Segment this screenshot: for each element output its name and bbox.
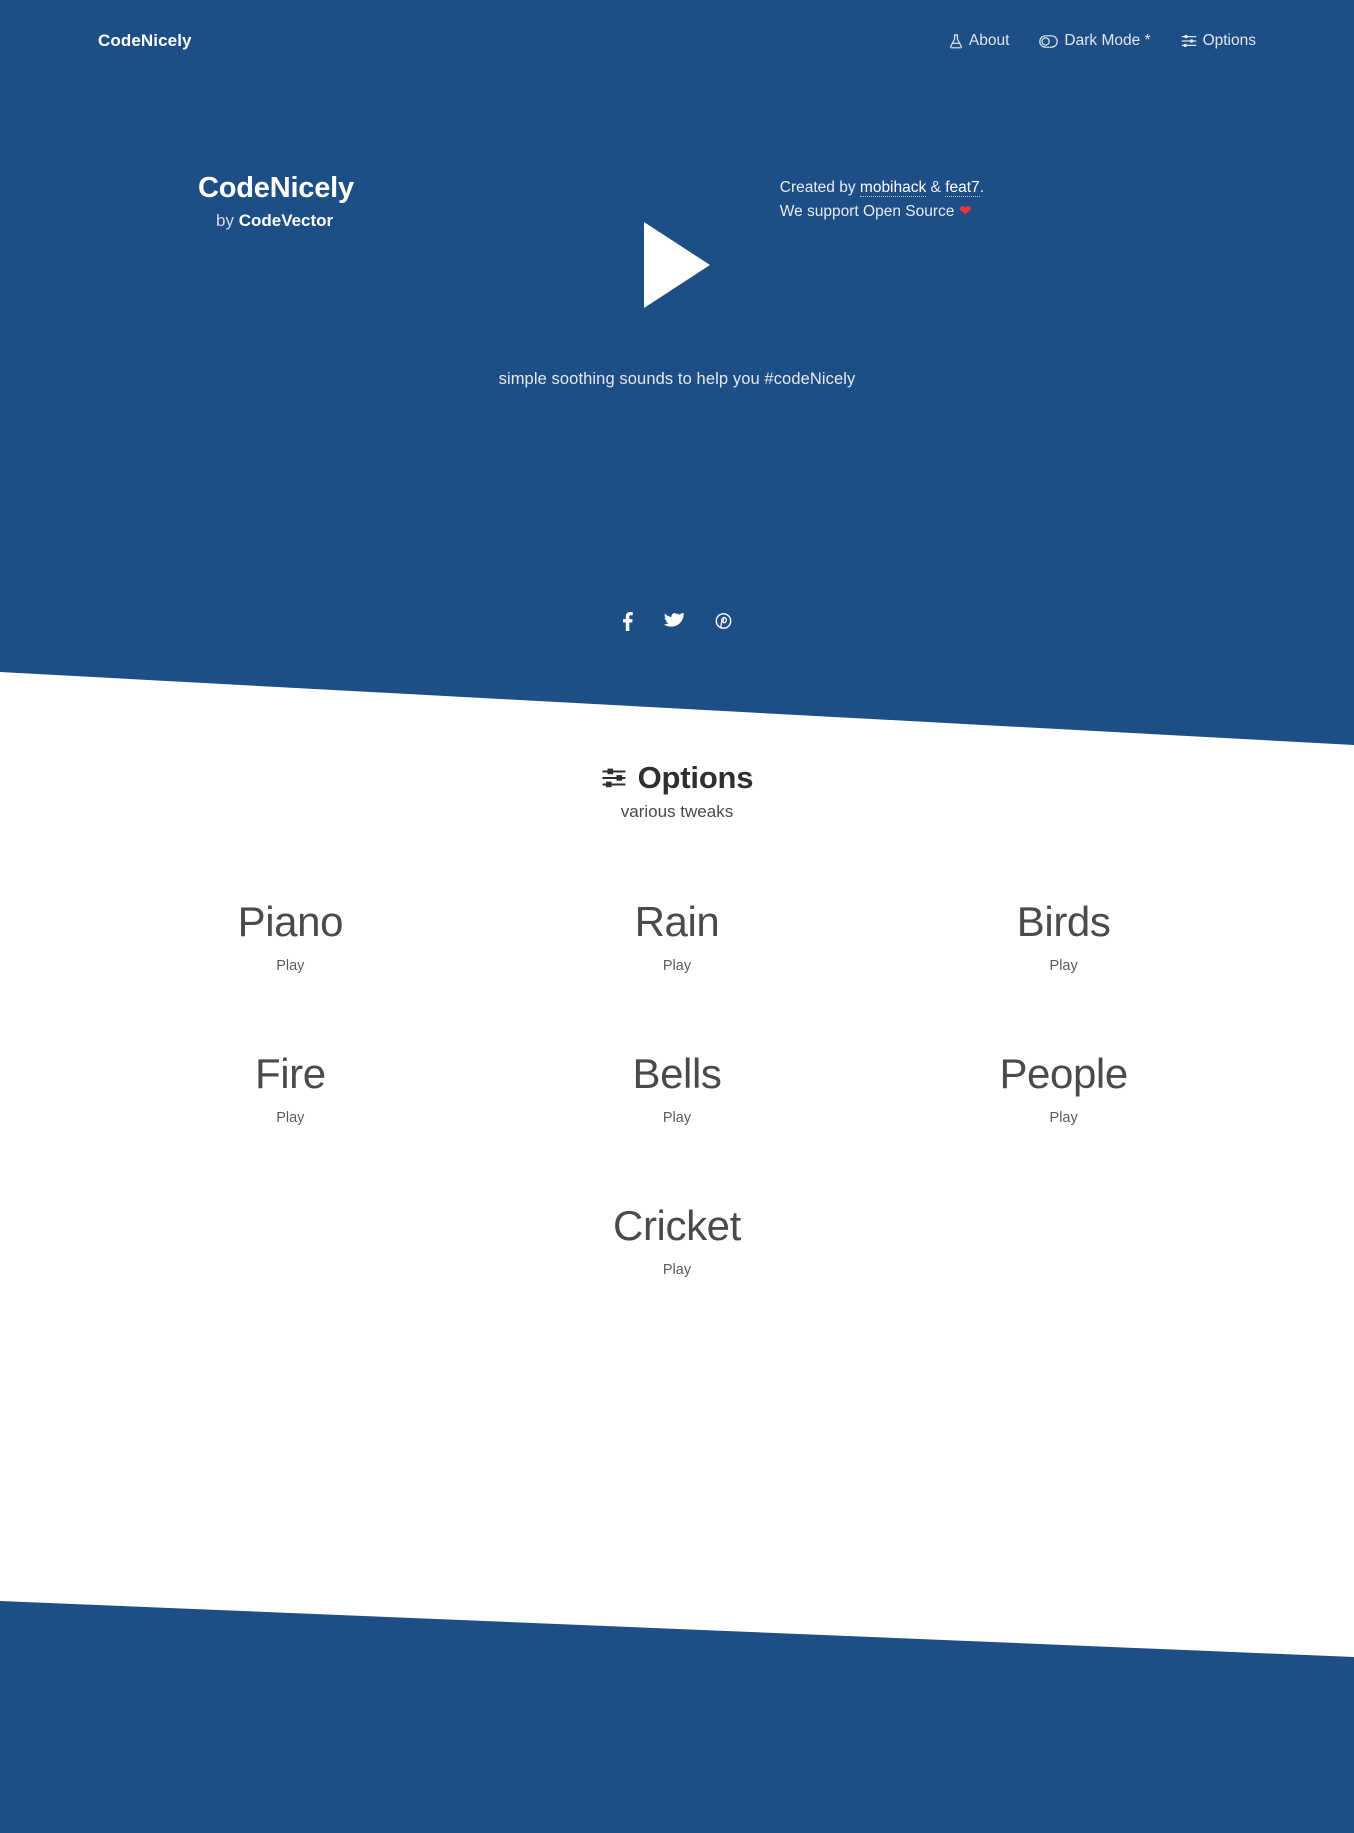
footer-content: CodeNicely by CodeVector Created by mobi… [0, 0, 1354, 268]
page-title-label: Options [637, 760, 754, 795]
sound-card-cricket[interactable]: Cricket Play [484, 1126, 871, 1279]
footer-byline: by CodeVector [198, 211, 354, 231]
sound-card-title: Cricket [613, 1202, 741, 1250]
footer-support-line: We support Open Source ❤ [780, 200, 984, 224]
social-links [0, 612, 1354, 631]
footer-credit-prefix: Created by [779, 179, 860, 196]
footer-brand: CodeNicely [198, 172, 354, 204]
pinterest-icon[interactable] [715, 612, 732, 631]
sound-card-grid: Piano Play Rain Play Birds Play Fire Pla… [97, 822, 1257, 1278]
footer-support-text: We support Open Source [779, 203, 959, 221]
sound-card-rain[interactable]: Rain Play [484, 822, 871, 974]
sound-card-people[interactable]: People Play [870, 974, 1257, 1126]
sound-card-title: Birds [1016, 898, 1111, 945]
sound-card-title: People [999, 1050, 1128, 1098]
footer-credit-amp: & [926, 179, 946, 196]
footer-section [0, 1601, 1354, 1833]
sound-card-status: Play [662, 1262, 692, 1279]
footer-brand-block: CodeNicely by CodeVector [98, 172, 354, 231]
page-subtitle: various tweaks [620, 802, 734, 821]
hero-tagline: simple soothing sounds to help you #code… [498, 370, 856, 388]
sliders-icon [601, 767, 627, 789]
grid-spacer-right [870, 1126, 1257, 1278]
sound-card-fire[interactable]: Fire Play [97, 974, 484, 1126]
sound-card-status: Play [276, 958, 305, 975]
sound-card-status: Play [662, 1110, 692, 1127]
sound-card-title: Rain [634, 898, 720, 945]
sound-card-birds[interactable]: Birds Play [870, 822, 1257, 974]
sound-card-title: Piano [237, 898, 344, 945]
footer-link-mobihack[interactable]: mobihack [859, 179, 927, 197]
sound-card-status: Play [276, 1110, 305, 1127]
sound-card-status: Play [1049, 1110, 1078, 1127]
facebook-icon[interactable] [622, 612, 633, 631]
heart-icon: ❤ [958, 203, 972, 221]
sound-card-bells[interactable]: Bells Play [484, 974, 871, 1126]
twitter-icon[interactable] [664, 613, 684, 630]
options-section: Options various tweaks Piano Play Rain P… [0, 760, 1354, 1298]
section-header: Options various tweaks [0, 760, 1354, 822]
sound-card-piano[interactable]: Piano Play [97, 822, 484, 974]
footer-credit-suffix: . [979, 179, 984, 196]
sound-card-status: Play [1049, 958, 1078, 975]
sound-card-title: Fire [254, 1050, 326, 1098]
footer-credits: Created by mobihack & feat7. We support … [780, 176, 1256, 224]
grid-spacer-left [97, 1126, 484, 1278]
sound-card-status: Play [662, 958, 692, 975]
sound-card-title: Bells [632, 1050, 722, 1098]
footer-link-feat7[interactable]: feat7 [945, 179, 980, 197]
page-title: Options [0, 760, 1354, 796]
footer-credit-line: Created by mobihack & feat7. [780, 176, 984, 200]
footer-by-prefix: by [216, 211, 239, 230]
footer-by-name: CodeVector [238, 211, 334, 230]
